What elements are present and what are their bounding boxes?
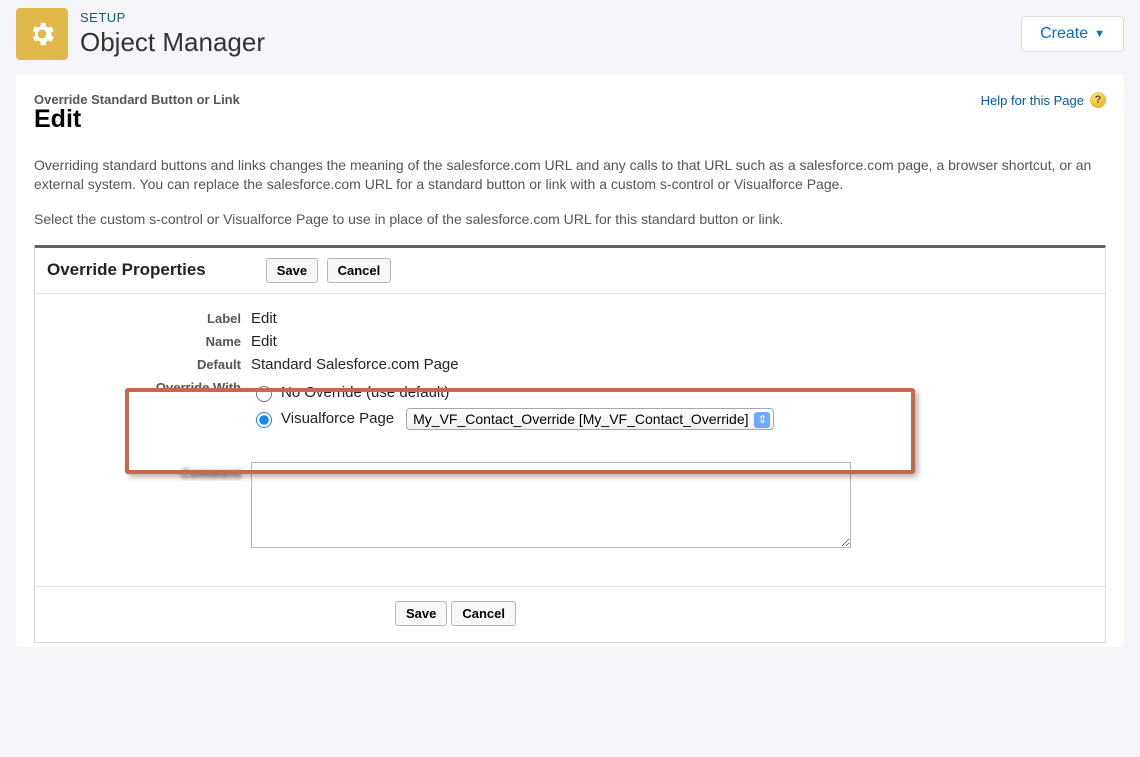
row-default: Default Standard Salesforce.com Page bbox=[51, 356, 1089, 373]
help-icon: ? bbox=[1090, 92, 1106, 108]
vf-select-wrap: My_VF_Contact_Override [My_VF_Contact_Ov… bbox=[400, 408, 774, 430]
default-value: Standard Salesforce.com Page bbox=[251, 356, 1089, 373]
description-paragraph-2: Select the custom s-control or Visualfor… bbox=[34, 210, 1106, 229]
name-value: Edit bbox=[251, 333, 1089, 350]
radio-no-override[interactable] bbox=[256, 386, 272, 402]
form-body: Label Edit Name Edit Default Standard Sa… bbox=[35, 294, 1105, 586]
label-label: Label bbox=[51, 310, 251, 326]
page-title: Object Manager bbox=[80, 27, 1009, 58]
panel-head: Override Properties Save Cancel bbox=[35, 248, 1105, 294]
description-block: Overriding standard buttons and links ch… bbox=[34, 156, 1106, 229]
create-label: Create bbox=[1040, 25, 1088, 43]
setup-header: SETUP Object Manager Create ▼ bbox=[0, 0, 1140, 74]
radio-no-override-label: No Override (use default) bbox=[281, 384, 449, 401]
panel-foot: Save Cancel bbox=[35, 586, 1105, 642]
header-crumb: SETUP bbox=[80, 10, 1009, 25]
default-label: Default bbox=[51, 356, 251, 372]
row-override: Override With No Override (use default) … bbox=[51, 379, 1089, 436]
chevron-down-icon: ▼ bbox=[1094, 28, 1105, 40]
comment-label: Comment bbox=[51, 462, 251, 481]
label-value: Edit bbox=[251, 310, 1089, 327]
override-panel: Override Properties Save Cancel Label Ed… bbox=[34, 245, 1106, 643]
header-text: SETUP Object Manager bbox=[80, 10, 1009, 58]
row-comment: Comment bbox=[51, 462, 1089, 552]
panel-title: Override Properties bbox=[47, 260, 206, 280]
create-button[interactable]: Create ▼ bbox=[1021, 16, 1124, 52]
row-label: Label Edit bbox=[51, 310, 1089, 327]
gear-icon bbox=[16, 8, 68, 60]
radio-visualforce-label: Visualforce Page bbox=[281, 410, 394, 427]
row-name: Name Edit bbox=[51, 333, 1089, 350]
description-paragraph-1: Overriding standard buttons and links ch… bbox=[34, 156, 1106, 194]
name-label: Name bbox=[51, 333, 251, 349]
save-button-bottom[interactable]: Save bbox=[395, 601, 447, 626]
radio-visualforce-row: Visualforce Page My_VF_Contact_Override … bbox=[251, 408, 1089, 430]
radio-no-override-row: No Override (use default) bbox=[251, 383, 1089, 402]
comment-textarea[interactable] bbox=[251, 462, 851, 548]
cancel-button-top[interactable]: Cancel bbox=[327, 258, 392, 283]
card-title: Edit bbox=[34, 105, 240, 134]
override-label: Override With bbox=[51, 379, 251, 395]
help-link[interactable]: Help for this Page ? bbox=[981, 92, 1106, 108]
content-card: Override Standard Button or Link Edit He… bbox=[16, 74, 1124, 647]
visualforce-page-select[interactable]: My_VF_Contact_Override [My_VF_Contact_Ov… bbox=[406, 408, 774, 430]
cancel-button-bottom[interactable]: Cancel bbox=[451, 601, 516, 626]
radio-visualforce[interactable] bbox=[256, 412, 272, 428]
help-label: Help for this Page bbox=[981, 93, 1084, 108]
save-button-top[interactable]: Save bbox=[266, 258, 318, 283]
